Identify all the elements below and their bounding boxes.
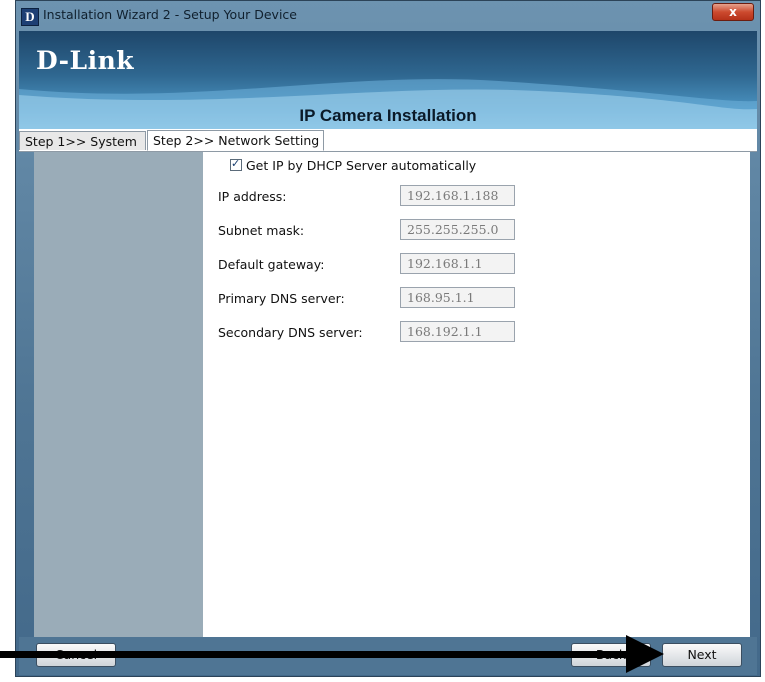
header-banner: D-Link IP Camera Installation — [19, 31, 757, 129]
dhcp-checkbox-label: Get IP by DHCP Server automatically — [246, 157, 477, 173]
page-title: IP Camera Installation — [299, 106, 477, 125]
ip-address-field[interactable]: 192.168.1.188 — [400, 185, 515, 206]
primary-dns-field[interactable]: 168.95.1.1 — [400, 287, 515, 308]
subnet-mask-field[interactable]: 255.255.255.0 — [400, 219, 515, 240]
title-bar[interactable]: D Installation Wizard 2 - Setup Your Dev… — [16, 1, 760, 31]
dlink-logo: D-Link — [36, 46, 135, 75]
default-gateway-label: Default gateway: — [218, 257, 325, 272]
dhcp-checkbox[interactable] — [230, 157, 242, 171]
step-tabs: Step 1>> System Step 2>> Network Setting — [19, 129, 757, 152]
side-panel — [34, 152, 203, 637]
window-title: Installation Wizard 2 - Setup Your Devic… — [43, 7, 297, 22]
secondary-dns-label: Secondary DNS server: — [218, 325, 363, 340]
back-button[interactable]: Back — [571, 643, 651, 667]
primary-dns-label: Primary DNS server: — [218, 291, 345, 306]
tab-step-2-network-setting[interactable]: Step 2>> Network Setting — [147, 130, 324, 151]
close-button[interactable]: x — [712, 3, 754, 21]
next-button[interactable]: Next — [662, 643, 742, 667]
network-setting-panel: Get IP by DHCP Server automatically IP a… — [34, 152, 750, 637]
wizard-window: D Installation Wizard 2 - Setup Your Dev… — [15, 0, 761, 677]
wizard-button-bar: Cancel Back Next — [19, 637, 757, 675]
default-gateway-field[interactable]: 192.168.1.1 — [400, 253, 515, 274]
cancel-button[interactable]: Cancel — [36, 643, 116, 667]
tab-step-1-system[interactable]: Step 1>> System — [19, 131, 146, 150]
secondary-dns-field[interactable]: 168.192.1.1 — [400, 321, 515, 342]
subnet-mask-label: Subnet mask: — [218, 223, 305, 238]
ip-address-label: IP address: — [218, 189, 287, 204]
dlink-app-icon: D — [21, 8, 39, 26]
dhcp-option[interactable]: Get IP by DHCP Server automatically — [230, 157, 476, 173]
